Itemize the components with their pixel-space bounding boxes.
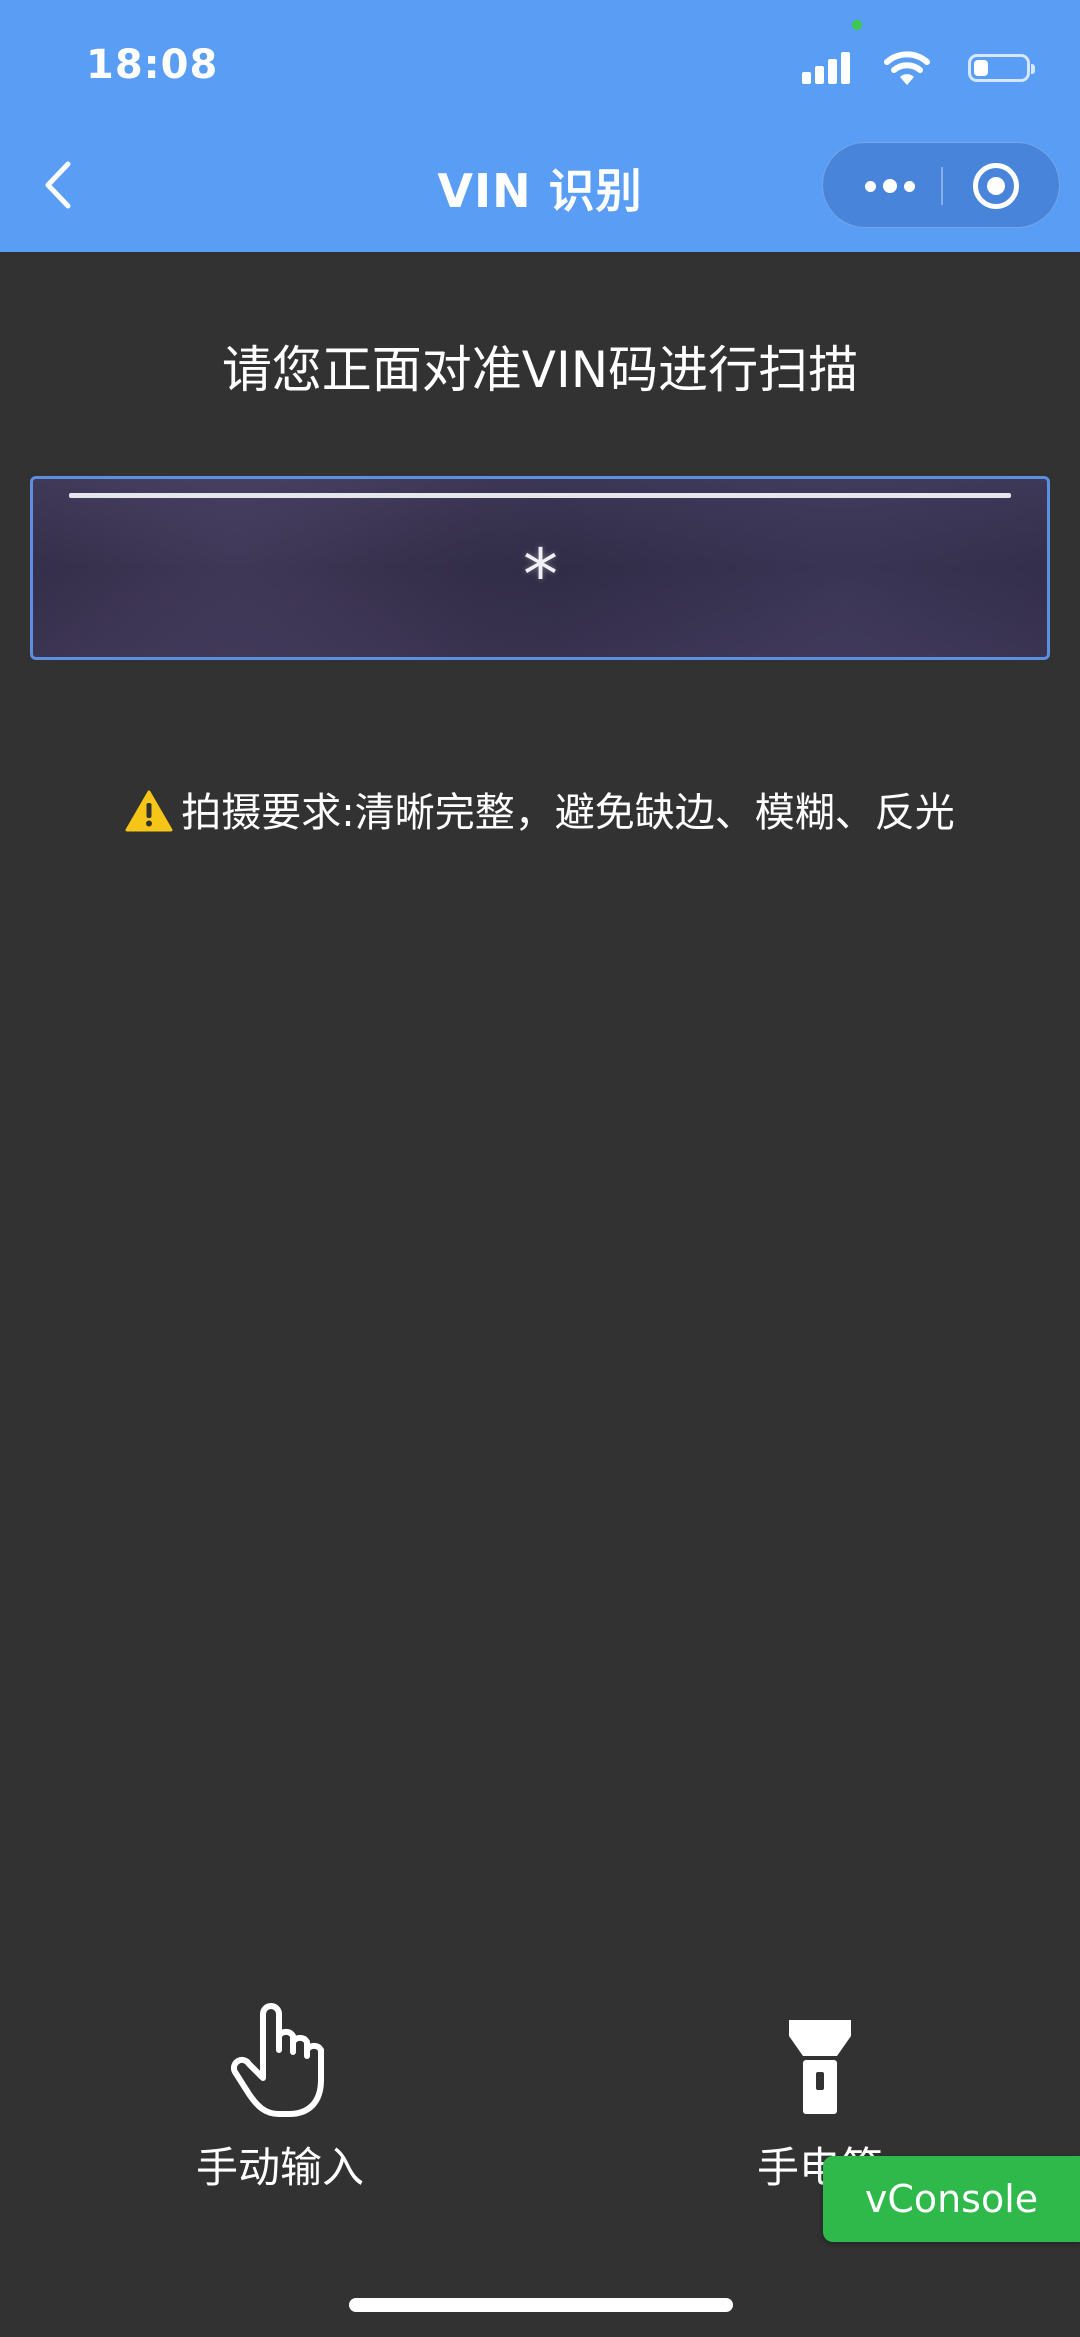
capture-requirements: 拍摄要求:清晰完整，避免缺边、模糊、反光 xyxy=(0,780,1080,838)
warning-icon xyxy=(125,790,173,832)
scan-line xyxy=(69,493,1011,498)
vconsole-button[interactable]: vConsole xyxy=(823,2156,1080,2242)
more-options-icon[interactable] xyxy=(855,165,925,207)
scan-instruction: 请您正面对准VIN码进行扫描 xyxy=(221,341,859,399)
battery-icon xyxy=(968,54,1035,82)
wifi-icon xyxy=(884,51,930,85)
vin-preview: * LBV6P4109LMX19589 * xyxy=(33,505,1047,657)
hand-pointer-icon xyxy=(230,2003,324,2117)
vin-code: LBV6P4109LMX19589 xyxy=(33,650,1047,657)
signal-icon xyxy=(802,48,850,88)
status-time: 18:08 xyxy=(86,42,219,88)
manual-input-button[interactable]: 手动输入 xyxy=(130,2000,430,2200)
home-indicator[interactable] xyxy=(349,2298,733,2312)
capsule-divider xyxy=(941,167,943,205)
privacy-indicator-dot xyxy=(852,20,862,30)
mini-program-capsule xyxy=(822,142,1060,228)
flashlight-icon xyxy=(789,2020,851,2114)
vin-star-left: * xyxy=(523,534,558,617)
close-target-icon[interactable] xyxy=(973,163,1019,209)
manual-input-label: 手动输入 xyxy=(195,2143,364,2192)
warning-text: 拍摄要求:清晰完整，避免缺边、模糊、反光 xyxy=(181,790,955,836)
header-bar: 18:08 VIN 识别 xyxy=(0,0,1080,252)
scan-frame: * LBV6P4109LMX19589 * xyxy=(30,476,1050,660)
